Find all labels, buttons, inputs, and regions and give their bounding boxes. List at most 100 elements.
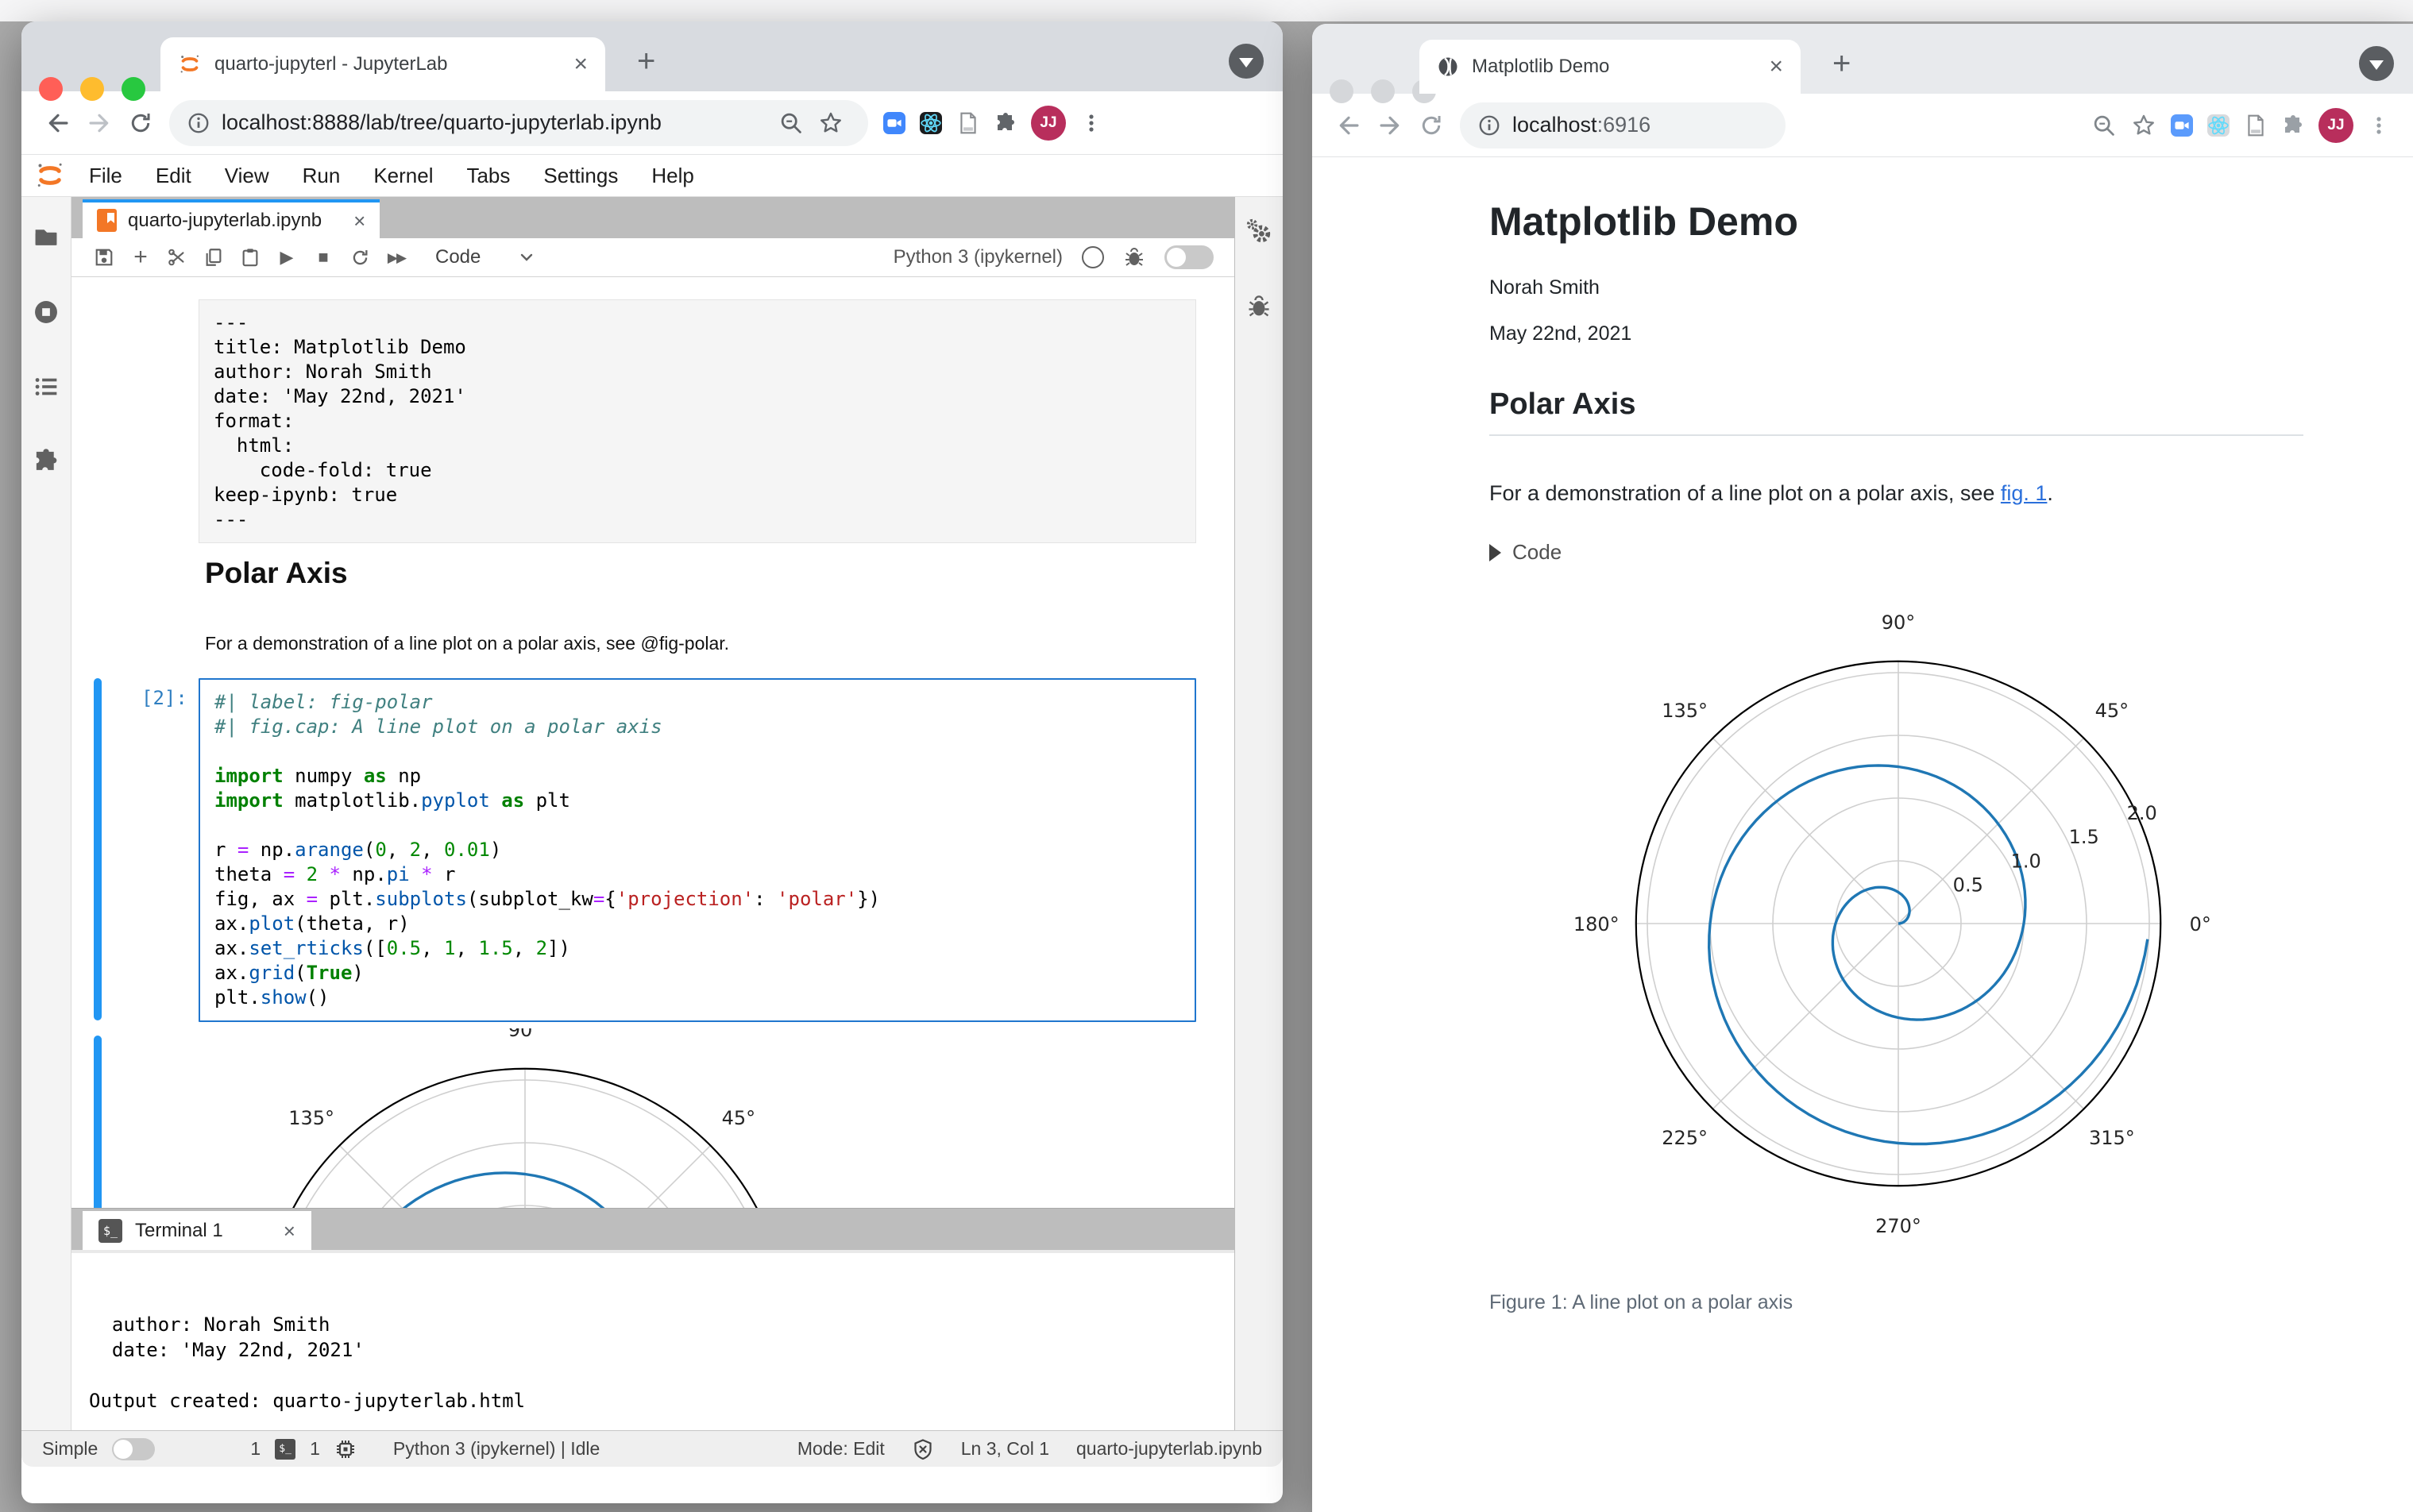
rendered-document[interactable]: Matplotlib Demo Norah Smith May 22nd, 20… bbox=[1312, 157, 2413, 1512]
figure-reference-link[interactable]: fig. 1 bbox=[2001, 481, 2048, 505]
site-info-icon[interactable] bbox=[1477, 114, 1501, 137]
browser-tab[interactable]: quarto-jupyterl - JupyterLab × bbox=[160, 37, 605, 91]
mode-indicator[interactable]: Mode: Edit bbox=[797, 1438, 885, 1460]
cell-collapser[interactable] bbox=[94, 678, 102, 1020]
extensions-puzzle-icon[interactable] bbox=[2282, 114, 2304, 137]
terminal-tab[interactable]: $_ Terminal 1 × bbox=[83, 1211, 311, 1250]
search-icon[interactable] bbox=[778, 110, 804, 136]
extension-manager-icon[interactable] bbox=[33, 448, 60, 475]
tab-search-button[interactable] bbox=[2359, 46, 2394, 81]
terminal-output[interactable]: author: Norah Smith date: 'May 22nd, 202… bbox=[71, 1250, 1234, 1431]
debugger-bug-icon[interactable] bbox=[1246, 294, 1272, 319]
react-devtools-icon[interactable] bbox=[2207, 114, 2230, 137]
code-fold-label: Code bbox=[1512, 540, 1562, 564]
paste-cells-button[interactable] bbox=[232, 241, 268, 273]
terminal-tab-close-icon[interactable]: × bbox=[284, 1221, 295, 1241]
notebook-toolbar: + ▶ ■ ▶▶ Code Python 3 (ipykernel) bbox=[71, 238, 1234, 277]
yaml-raw-cell[interactable]: --- title: Matplotlib Demo author: Norah S… bbox=[199, 299, 1196, 543]
forward-button[interactable] bbox=[1369, 105, 1411, 146]
document-extension-icon[interactable] bbox=[956, 111, 980, 135]
tab-close-icon[interactable]: × bbox=[1769, 55, 1783, 79]
copy-cells-button[interactable] bbox=[195, 241, 232, 273]
table-of-contents-icon[interactable] bbox=[33, 373, 60, 400]
menu-view[interactable]: View bbox=[208, 164, 286, 188]
address-bar[interactable]: localhost:6916 bbox=[1460, 102, 1786, 148]
kernel-status-text[interactable]: Python 3 (ipykernel) | Idle bbox=[393, 1438, 600, 1460]
debugger-toggle[interactable] bbox=[1164, 245, 1214, 269]
svg-text:225°: 225° bbox=[1662, 1127, 1708, 1149]
back-button[interactable] bbox=[1328, 105, 1369, 146]
notebook-tab[interactable]: quarto-jupyterlab.ipynb × bbox=[83, 199, 380, 238]
tab-close-icon[interactable]: × bbox=[573, 52, 588, 76]
notebook-file-icon bbox=[97, 209, 117, 232]
back-button[interactable] bbox=[37, 102, 79, 144]
property-inspector-gears-icon[interactable] bbox=[1245, 218, 1272, 245]
profile-avatar[interactable]: JJ bbox=[2318, 107, 2353, 143]
desktop-top-strip bbox=[0, 0, 2413, 21]
restart-run-all-button[interactable]: ▶▶ bbox=[378, 241, 415, 273]
browser-menu-icon[interactable] bbox=[2368, 114, 2390, 137]
window-controls[interactable] bbox=[39, 77, 145, 101]
code-cell-editor[interactable]: #| label: fig-polar #| fig.cap: A line pl… bbox=[199, 678, 1196, 1022]
simple-mode-toggle[interactable] bbox=[112, 1437, 156, 1460]
forward-button[interactable] bbox=[79, 102, 120, 144]
bookmark-star-icon[interactable] bbox=[818, 110, 844, 136]
menu-kernel[interactable]: Kernel bbox=[357, 164, 450, 188]
menu-edit[interactable]: Edit bbox=[139, 164, 208, 188]
minimize-window-button[interactable] bbox=[80, 77, 104, 101]
url-port[interactable]: :6916 bbox=[1597, 113, 1651, 137]
url-host[interactable]: localhost bbox=[1512, 113, 1597, 137]
document-extension-icon[interactable] bbox=[2244, 114, 2268, 137]
extensions-puzzle-icon[interactable] bbox=[994, 112, 1017, 134]
profile-avatar[interactable]: JJ bbox=[1031, 105, 1066, 141]
zoom-extension-icon[interactable] bbox=[883, 111, 905, 134]
close-window-button[interactable] bbox=[1330, 79, 1353, 103]
site-info-icon[interactable] bbox=[187, 111, 210, 135]
react-devtools-icon[interactable] bbox=[920, 111, 942, 134]
close-window-button[interactable] bbox=[39, 77, 63, 101]
menu-help[interactable]: Help bbox=[635, 164, 710, 188]
run-cell-button[interactable]: ▶ bbox=[268, 241, 305, 273]
zoom-window-button[interactable] bbox=[122, 77, 145, 101]
menu-settings[interactable]: Settings bbox=[527, 164, 635, 188]
restart-kernel-button[interactable] bbox=[342, 241, 378, 273]
save-button[interactable] bbox=[86, 241, 122, 273]
browser-tab[interactable]: Matplotlib Demo × bbox=[1419, 40, 1801, 94]
svg-text:270°: 270° bbox=[1875, 1215, 1921, 1237]
tab-search-button[interactable] bbox=[1229, 44, 1264, 79]
output-collapser[interactable] bbox=[94, 1036, 102, 1208]
running-kernels-icon[interactable] bbox=[33, 299, 60, 326]
notebook-scroll-area[interactable]: --- title: Matplotlib Demo author: Norah S… bbox=[71, 277, 1234, 1208]
menu-file[interactable]: File bbox=[72, 164, 139, 188]
reload-button[interactable] bbox=[120, 102, 161, 144]
interrupt-kernel-button[interactable]: ■ bbox=[305, 241, 342, 273]
status-bar: Simple 1 $_ 1 Python 3 (ipykernel) | Idl… bbox=[21, 1430, 1283, 1467]
menu-run[interactable]: Run bbox=[286, 164, 357, 188]
minimize-window-button[interactable] bbox=[1371, 79, 1395, 103]
cut-cells-button[interactable] bbox=[159, 241, 195, 273]
new-tab-button[interactable]: + bbox=[1832, 48, 1851, 79]
reload-button[interactable] bbox=[1411, 105, 1452, 146]
browser-menu-icon[interactable] bbox=[1080, 112, 1102, 134]
code-fold-disclosure[interactable]: Code bbox=[1489, 540, 1562, 565]
notebook-tab-close-icon[interactable]: × bbox=[353, 210, 365, 231]
kernel-name[interactable]: Python 3 (ipykernel) bbox=[894, 246, 1063, 268]
search-icon[interactable] bbox=[2091, 113, 2117, 138]
new-tab-button[interactable]: + bbox=[637, 45, 655, 77]
trust-shield-icon[interactable] bbox=[912, 1438, 934, 1460]
kernel-count[interactable]: 1 bbox=[310, 1438, 320, 1460]
desktop: quarto-jupyterl - JupyterLab × + localho… bbox=[0, 0, 2413, 1512]
add-cell-button[interactable]: + bbox=[122, 241, 159, 273]
address-bar[interactable]: localhost:8888/lab/tree/quarto-jupyterla… bbox=[169, 99, 868, 146]
file-browser-icon[interactable] bbox=[33, 224, 60, 251]
bookmark-star-icon[interactable] bbox=[2131, 113, 2156, 138]
zoom-extension-icon[interactable] bbox=[2171, 114, 2193, 137]
menu-tabs[interactable]: Tabs bbox=[450, 164, 527, 188]
cell-type-dropdown[interactable]: Code bbox=[435, 246, 536, 268]
cursor-position[interactable]: Ln 3, Col 1 bbox=[961, 1438, 1049, 1460]
site-favicon bbox=[1437, 56, 1459, 78]
terminal-count[interactable]: 1 bbox=[250, 1438, 261, 1460]
url-text[interactable]: localhost:8888/lab/tree/quarto-jupyterla… bbox=[222, 110, 662, 135]
bug-icon[interactable] bbox=[1123, 246, 1145, 268]
svg-text:90°: 90° bbox=[508, 1028, 542, 1041]
